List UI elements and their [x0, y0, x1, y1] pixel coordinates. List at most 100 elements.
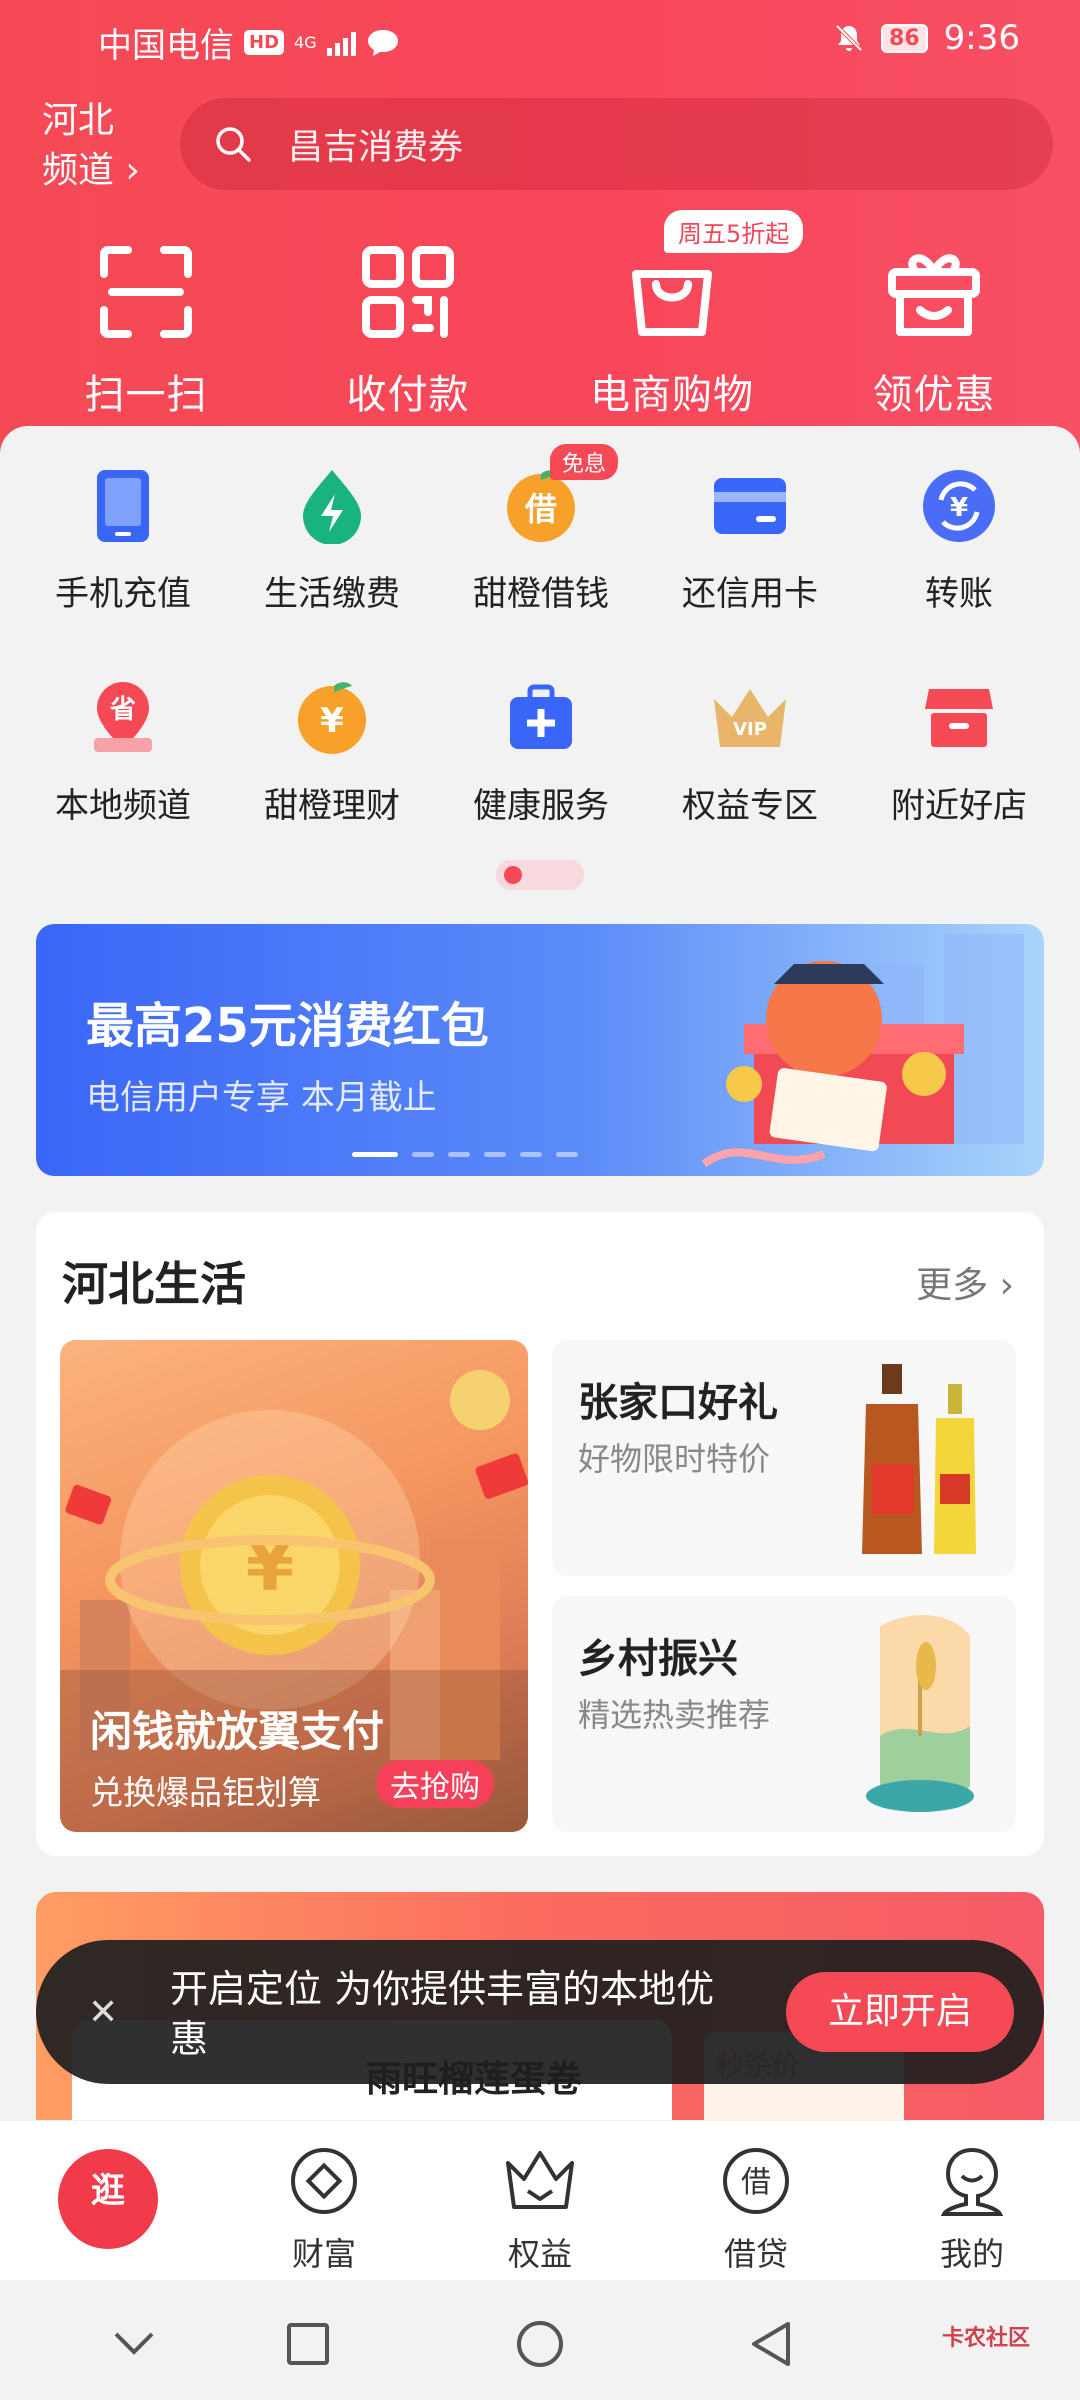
grid-item-orange-loan[interactable]: 借 甜橙借钱: [436, 464, 646, 615]
svg-text:¥: ¥: [950, 493, 968, 523]
scan-button[interactable]: 扫一扫: [46, 230, 246, 420]
location-toast: ✕ 开启定位 为你提供丰富的本地优惠 立即开启: [36, 1940, 1044, 2084]
profile-icon: [940, 2147, 1004, 2216]
feature-card[interactable]: ¥ 闲钱就放翼支付 兑换爆品钜划算 去抢购: [60, 1340, 528, 1832]
coupons-button[interactable]: 领优惠: [834, 230, 1034, 420]
wealth-char: ¥: [320, 701, 344, 741]
shopping-bag-icon: [632, 270, 712, 336]
home-button[interactable]: [510, 2314, 570, 2374]
status-left: 中国电信 HD 4G: [98, 18, 400, 67]
ecommerce-label: 电商购物: [590, 372, 754, 418]
grid-item-phone-recharge[interactable]: 手机充值: [18, 464, 228, 615]
grid-item-orange-wealth[interactable]: ¥ 甜橙理财: [227, 676, 437, 827]
tab-explore[interactable]: 逛: [58, 2149, 158, 2249]
more-link[interactable]: 更多 ›: [916, 1256, 1014, 1308]
search-bar[interactable]: 昌吉消费券: [180, 98, 1053, 190]
vip-crown-icon: VIP: [714, 689, 786, 747]
status-right: 86 9:36: [833, 18, 1020, 58]
tab-label: 财富: [291, 2235, 356, 2273]
grid-label: 权益专区: [682, 786, 818, 826]
chevron-down-icon: [114, 2332, 154, 2355]
enable-location-button[interactable]: 立即开启: [786, 1972, 1014, 2052]
credit-card-icon: [714, 478, 786, 534]
header: 中国电信 HD 4G 86 9:36 河北 频道 › 昌吉消费券 扫一扫 收付款…: [0, 0, 1080, 470]
svg-text:VIP: VIP: [733, 719, 767, 740]
grid-item-vip-zone[interactable]: VIP 权益专区: [645, 676, 855, 827]
oil-bottles-image: [862, 1364, 976, 1554]
grab-button[interactable]: 去抢购: [376, 1760, 494, 1808]
coupons-label: 领优惠: [872, 372, 996, 418]
pay-receive-label: 收付款: [346, 372, 470, 418]
system-nav-bar: 卡农社区: [0, 2280, 1080, 2400]
grid-label: 甜橙理财: [264, 786, 400, 826]
grid-item-utilities[interactable]: 生活缴费: [227, 464, 437, 615]
rural-landscape-image: [866, 1615, 974, 1812]
back-button[interactable]: [740, 2314, 800, 2374]
triangle-back-icon: [752, 2322, 790, 2366]
card-subtitle: 精选热卖推荐: [578, 1696, 771, 1734]
grid-item-health[interactable]: 健康服务: [436, 676, 646, 827]
grid-label: 还信用卡: [682, 574, 818, 614]
carrier-name: 中国电信: [98, 26, 234, 66]
service-grid: 手机充值 生活缴费 借 甜橙借钱 还信用卡 ¥ 转账 省 本地频道 ¥ 甜橙理财: [0, 426, 1080, 906]
top-actions: 扫一扫 收付款 电商购物 领优惠: [0, 230, 1080, 418]
medical-kit-icon: [510, 684, 572, 749]
promo-card-rural[interactable]: 乡村振兴 精选热卖推荐: [552, 1596, 1016, 1832]
local-char: 省: [109, 695, 136, 725]
scan-icon: [100, 246, 192, 338]
status-bar: 中国电信 HD 4G 86 9:36: [0, 0, 1080, 80]
signal-icon: [326, 30, 356, 56]
bottom-tab-bar: 逛 财富 权益 借 借贷 我的: [0, 2120, 1080, 2280]
grid-item-credit-card[interactable]: 还信用卡: [645, 464, 855, 615]
gift-box-illustration: [701, 934, 1024, 1168]
square-icon: [287, 2323, 329, 2365]
promo-banner[interactable]: 最高25元消费红包 电信用户专享 本月截止: [36, 924, 1044, 1176]
section-title: 河北生活: [62, 1257, 246, 1311]
region-channel: 频道 ›: [42, 150, 140, 191]
search-icon: [216, 127, 251, 162]
tab-wealth[interactable]: 财富: [244, 2141, 404, 2275]
grid-item-nearby-shops[interactable]: 附近好店: [854, 676, 1064, 827]
toast-message: 开启定位 为你提供丰富的本地优惠: [170, 1967, 715, 2061]
tab-loan[interactable]: 借 借贷: [676, 2141, 836, 2275]
card-title: 张家口好礼: [578, 1380, 778, 1426]
orange-wealth-icon: ¥: [298, 682, 366, 754]
search-placeholder: 昌吉消费券: [288, 127, 464, 168]
card-title: 乡村振兴: [578, 1636, 738, 1682]
close-icon[interactable]: ✕: [88, 1992, 118, 2033]
message-icon: [367, 29, 398, 56]
grid-label: 甜橙借钱: [473, 574, 609, 614]
interest-free-badge: 免息: [550, 444, 619, 480]
circle-icon: [517, 2321, 563, 2367]
tab-label: 借贷: [723, 2235, 788, 2273]
tab-rights[interactable]: 权益: [460, 2141, 620, 2275]
gift-icon: [888, 254, 980, 336]
loan-icon: 借: [723, 2148, 789, 2214]
promo-tag: 周五5折起: [664, 210, 804, 253]
pay-receive-button[interactable]: 收付款: [308, 230, 508, 420]
network-type: 4G: [294, 32, 317, 52]
grid-page-indicator: [496, 860, 584, 890]
transfer-icon: ¥: [923, 470, 995, 542]
region-selector[interactable]: 河北 频道 ›: [42, 96, 140, 196]
phone-icon: [97, 470, 149, 542]
tab-profile[interactable]: 我的: [892, 2141, 1052, 2275]
recents-button[interactable]: [278, 2314, 338, 2374]
app-screen: 中国电信 HD 4G 86 9:36 河北 频道 › 昌吉消费券 扫一扫 收付款…: [0, 0, 1080, 2400]
crown-icon: [506, 2151, 574, 2209]
grid-item-local-channel[interactable]: 省 本地频道: [18, 676, 228, 827]
banner-subtitle: 电信用户专享 本月截止: [86, 1078, 437, 1118]
grid-item-transfer[interactable]: ¥ 转账: [854, 464, 1064, 615]
banner-title: 最高25元消费红包: [86, 998, 489, 1054]
battery-level: 86: [881, 23, 928, 53]
hide-nav-button[interactable]: [104, 2314, 164, 2374]
grid-label: 附近好店: [891, 786, 1027, 826]
grid-label: 生活缴费: [264, 574, 400, 614]
ecommerce-button[interactable]: 电商购物: [572, 230, 772, 420]
hd-badge: HD: [244, 30, 285, 55]
banner-page-indicator: [352, 1152, 578, 1157]
promo-card-zhangjiakou[interactable]: 张家口好礼 好物限时特价: [552, 1340, 1016, 1576]
clock: 9:36: [943, 18, 1020, 58]
grid-label: 健康服务: [473, 786, 609, 826]
card-subtitle: 好物限时特价: [578, 1440, 771, 1478]
